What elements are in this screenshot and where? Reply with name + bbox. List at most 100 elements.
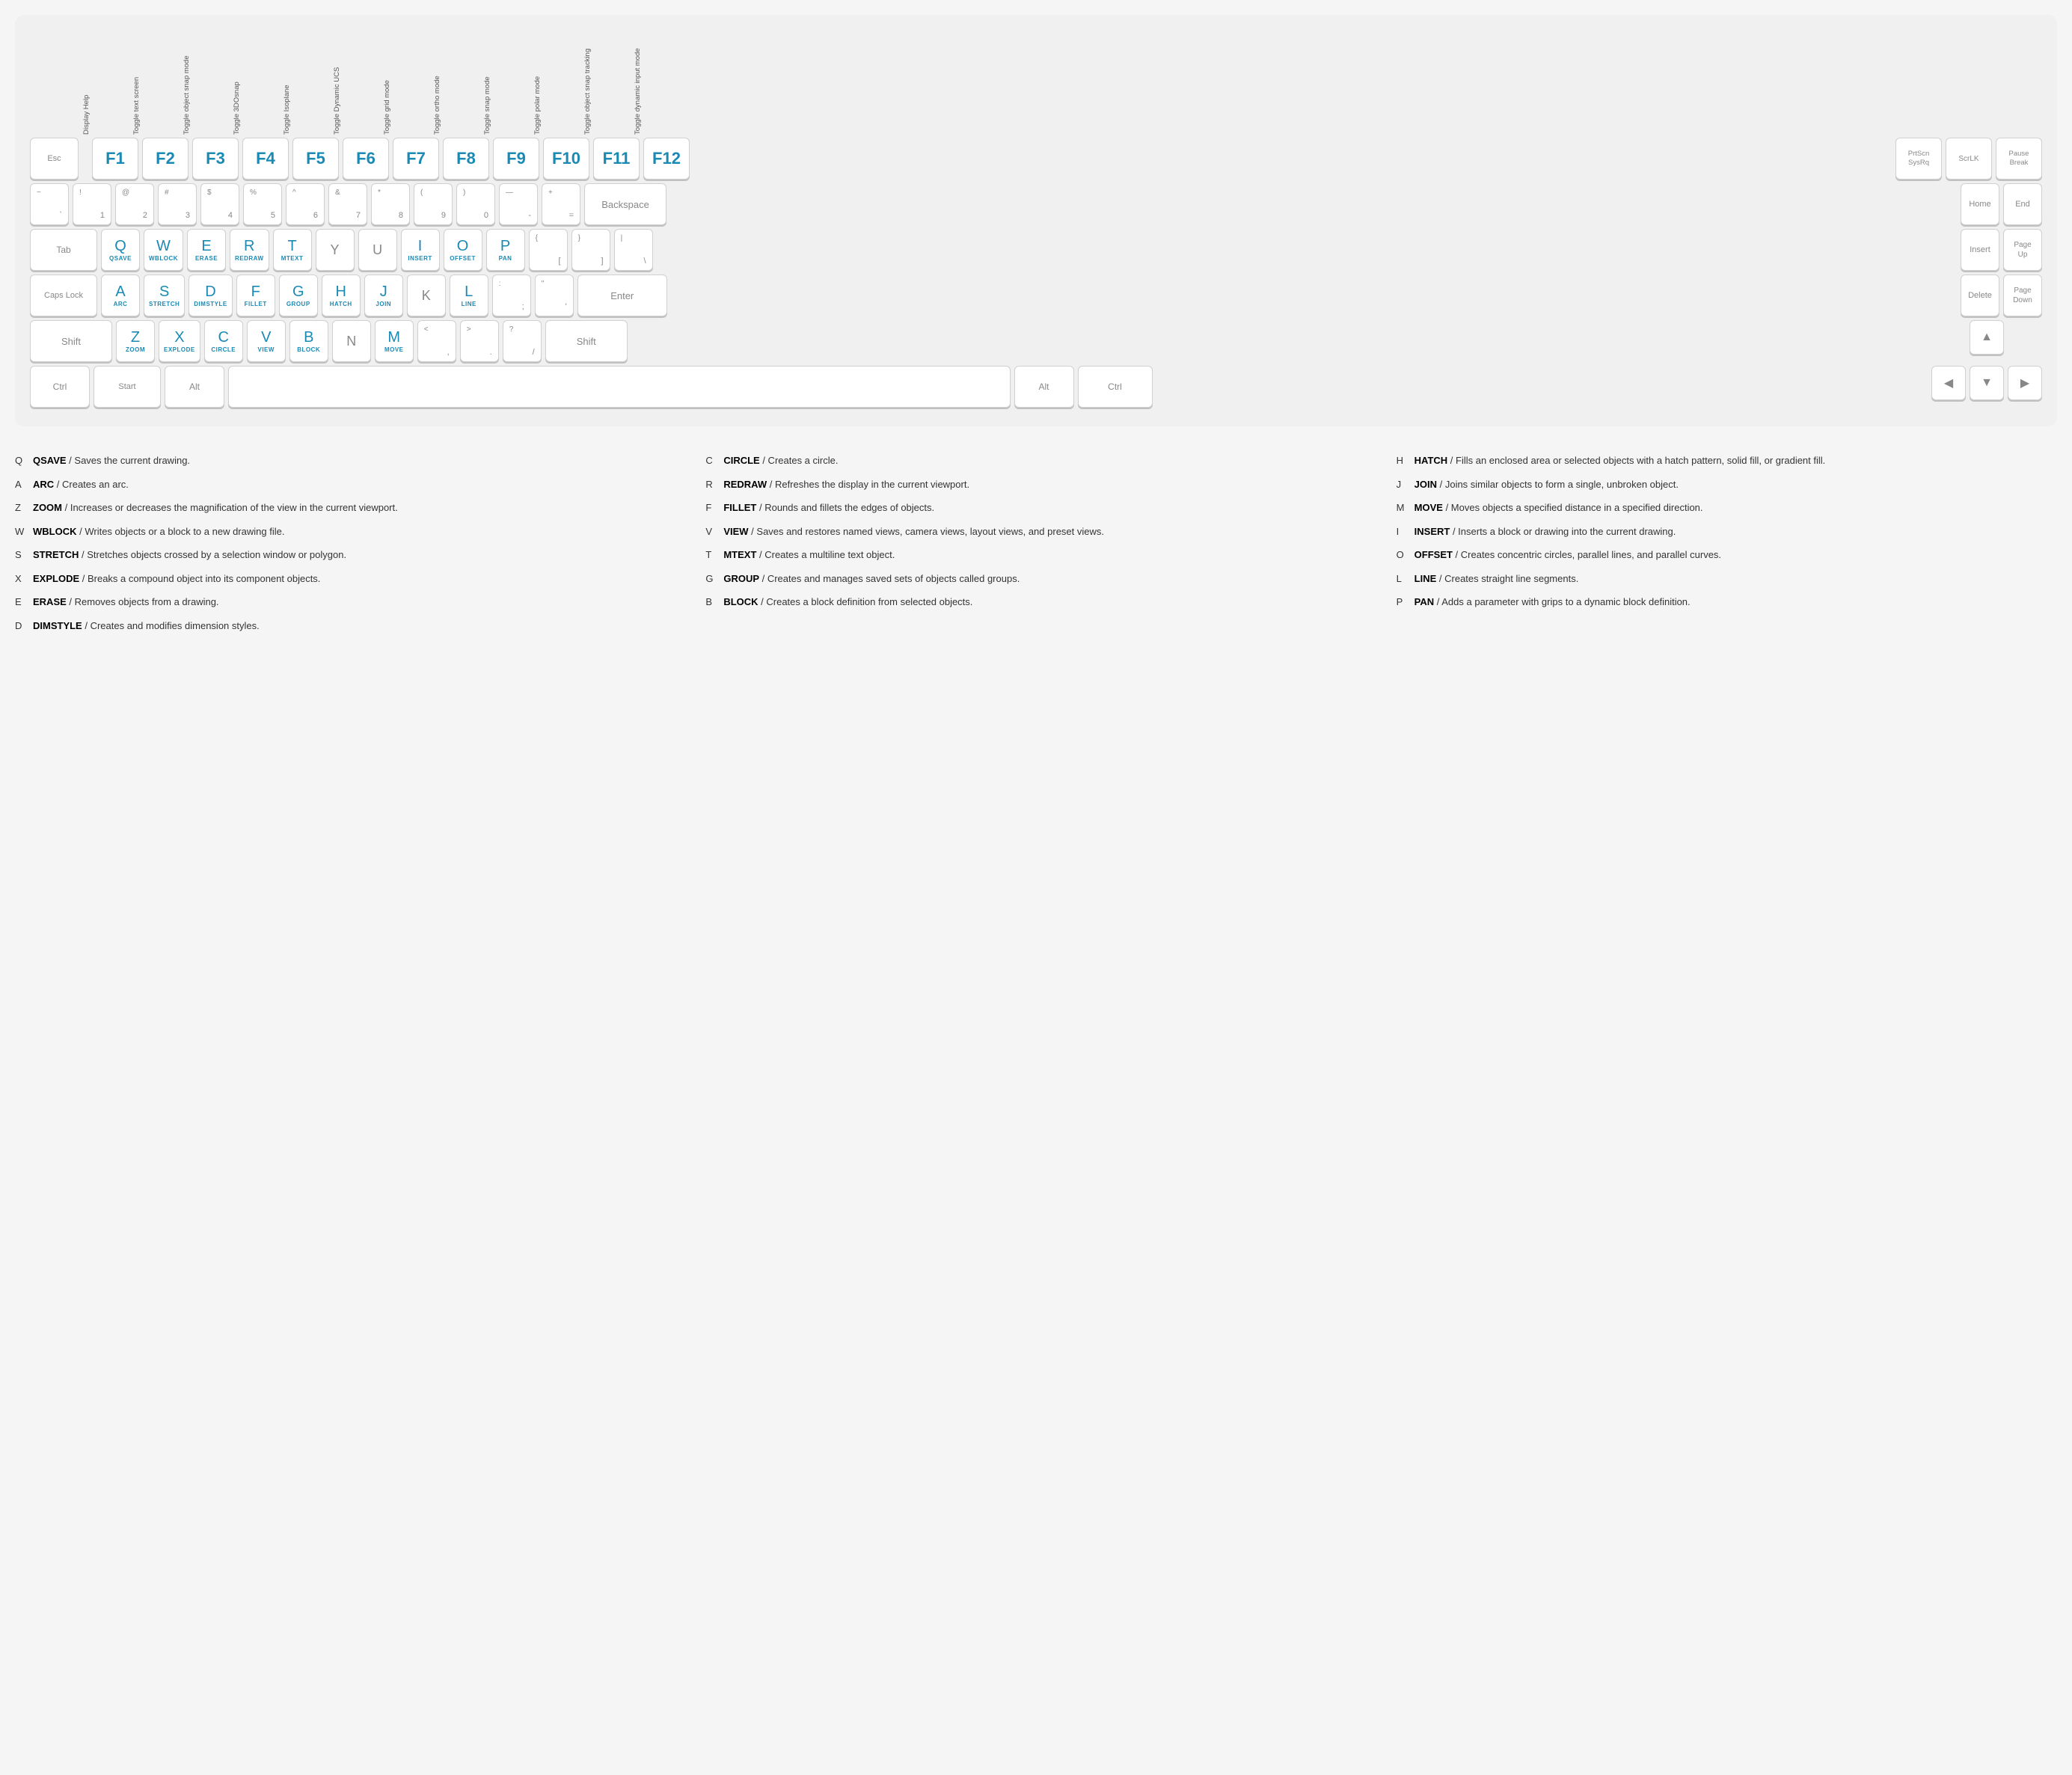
key-shift-right[interactable]: Shift	[545, 320, 628, 362]
key-shift-left[interactable]: Shift	[30, 320, 112, 362]
key-f10[interactable]: F10	[543, 138, 589, 180]
key-w[interactable]: W WBLOCK	[144, 229, 183, 271]
key-delete[interactable]: Delete	[1961, 275, 1999, 316]
key-f4[interactable]: F4	[242, 138, 289, 180]
key-f3[interactable]: F3	[192, 138, 239, 180]
key-capslock[interactable]: Caps Lock	[30, 275, 97, 316]
key-b[interactable]: B BLOCK	[289, 320, 328, 362]
legend-item-p: P PAN / Adds a parameter with grips to a…	[1397, 590, 2057, 614]
key-k[interactable]: K	[407, 275, 446, 316]
key-end[interactable]: End	[2003, 183, 2042, 225]
key-rbracket[interactable]: } ]	[571, 229, 610, 271]
key-home[interactable]: Home	[1961, 183, 1999, 225]
key-l[interactable]: L LINE	[450, 275, 488, 316]
key-quote[interactable]: " '	[535, 275, 574, 316]
key-3[interactable]: # 3	[158, 183, 197, 225]
key-start[interactable]: Start	[94, 366, 161, 408]
key-f6[interactable]: F6	[343, 138, 389, 180]
key-x[interactable]: X EXPLODE	[159, 320, 200, 362]
key-alt-left[interactable]: Alt	[165, 366, 224, 408]
key-arrow-down[interactable]: ▼	[1970, 366, 2004, 400]
key-u[interactable]: U	[358, 229, 397, 271]
key-8[interactable]: * 8	[371, 183, 410, 225]
key-f12[interactable]: F12	[643, 138, 690, 180]
legend-item-j: J JOIN / Joins similar objects to form a…	[1397, 473, 2057, 497]
key-9[interactable]: ( 9	[414, 183, 453, 225]
key-comma[interactable]: < ,	[417, 320, 456, 362]
key-r[interactable]: R REDRAW	[230, 229, 269, 271]
key-ctrl-left[interactable]: Ctrl	[30, 366, 90, 408]
key-y[interactable]: Y	[316, 229, 355, 271]
key-z[interactable]: Z ZOOM	[116, 320, 155, 362]
legend-item-w: W WBLOCK / Writes objects or a block to …	[15, 520, 675, 544]
key-backspace[interactable]: Backspace	[584, 183, 666, 225]
legend-item-e: E ERASE / Removes objects from a drawing…	[15, 590, 675, 614]
key-s[interactable]: S STRETCH	[144, 275, 185, 316]
key-e[interactable]: E ERASE	[187, 229, 226, 271]
key-f8[interactable]: F8	[443, 138, 489, 180]
key-o[interactable]: O OFFSET	[444, 229, 482, 271]
key-minus[interactable]: — -	[499, 183, 538, 225]
key-h[interactable]: H HATCH	[322, 275, 361, 316]
key-f[interactable]: F FILLET	[236, 275, 275, 316]
legend-item-t: T MTEXT / Creates a multiline text objec…	[705, 543, 1366, 567]
key-pageup[interactable]: PageUp	[2003, 229, 2042, 271]
key-arrow-up[interactable]: ▲	[1970, 320, 2004, 355]
key-alt-right[interactable]: Alt	[1014, 366, 1074, 408]
legend-item-l: L LINE / Creates straight line segments.	[1397, 567, 2057, 591]
key-backslash[interactable]: | \	[614, 229, 653, 271]
key-1[interactable]: ! 1	[73, 183, 111, 225]
key-2[interactable]: @ 2	[115, 183, 154, 225]
asdf-row: Caps Lock A ARC S STRETCH D DIMSTYLE F F…	[30, 275, 2042, 316]
key-scrlk[interactable]: ScrLK	[1946, 138, 1992, 180]
key-6[interactable]: ^ 6	[286, 183, 325, 225]
fkey-label-f3: Toggle object snap mode	[183, 30, 229, 135]
key-f5[interactable]: F5	[292, 138, 339, 180]
key-tab[interactable]: Tab	[30, 229, 97, 271]
key-c[interactable]: C CIRCLE	[204, 320, 243, 362]
fkey-label-f12: Toggle dynamic input mode	[634, 30, 680, 135]
key-backtick[interactable]: ~ `	[30, 183, 69, 225]
key-lbracket[interactable]: { [	[529, 229, 568, 271]
key-d[interactable]: D DIMSTYLE	[188, 275, 232, 316]
fkey-label-f1: Display Help	[82, 30, 129, 135]
key-0[interactable]: ) 0	[456, 183, 495, 225]
key-5[interactable]: % 5	[243, 183, 282, 225]
key-f2[interactable]: F2	[142, 138, 188, 180]
legend-item-z: Z ZOOM / Increases or decreases the magn…	[15, 496, 675, 520]
key-arrow-right[interactable]: ▶	[2008, 366, 2042, 400]
key-a[interactable]: A ARC	[101, 275, 140, 316]
key-f1[interactable]: F1	[92, 138, 138, 180]
key-7[interactable]: & 7	[328, 183, 367, 225]
key-n[interactable]: N	[332, 320, 371, 362]
key-equals[interactable]: + =	[542, 183, 580, 225]
key-4[interactable]: $ 4	[200, 183, 239, 225]
key-p[interactable]: P PAN	[486, 229, 525, 271]
key-ctrl-right[interactable]: Ctrl	[1078, 366, 1153, 408]
key-insert[interactable]: Insert	[1961, 229, 1999, 271]
key-i[interactable]: I INSERT	[401, 229, 440, 271]
key-enter[interactable]: Enter	[577, 275, 667, 316]
key-g[interactable]: G GROUP	[279, 275, 318, 316]
key-space[interactable]	[228, 366, 1011, 408]
key-v[interactable]: V VIEW	[247, 320, 286, 362]
key-arrow-left[interactable]: ◀	[1931, 366, 1966, 400]
key-pause[interactable]: PauseBreak	[1996, 138, 2042, 180]
legend-col2: C CIRCLE / Creates a circle. R REDRAW / …	[705, 449, 1366, 637]
fkey-label-f10: Toggle polar mode	[533, 30, 580, 135]
key-prtscr[interactable]: PrtScnSysRq	[1895, 138, 1942, 180]
key-f11[interactable]: F11	[593, 138, 640, 180]
legend-item-a: A ARC / Creates an arc.	[15, 473, 675, 497]
key-esc[interactable]: Esc	[30, 138, 79, 180]
key-f7[interactable]: F7	[393, 138, 439, 180]
key-f9[interactable]: F9	[493, 138, 539, 180]
key-slash[interactable]: ? /	[503, 320, 542, 362]
key-q[interactable]: Q QSAVE	[101, 229, 140, 271]
key-j[interactable]: J JOIN	[364, 275, 403, 316]
key-period[interactable]: > .	[460, 320, 499, 362]
key-pagedown[interactable]: PageDown	[2003, 275, 2042, 316]
key-m[interactable]: M MOVE	[375, 320, 414, 362]
key-t[interactable]: T MTEXT	[273, 229, 312, 271]
key-semicolon[interactable]: : ;	[492, 275, 531, 316]
legend-item-h: H HATCH / Fills an enclosed area or sele…	[1397, 449, 2057, 473]
